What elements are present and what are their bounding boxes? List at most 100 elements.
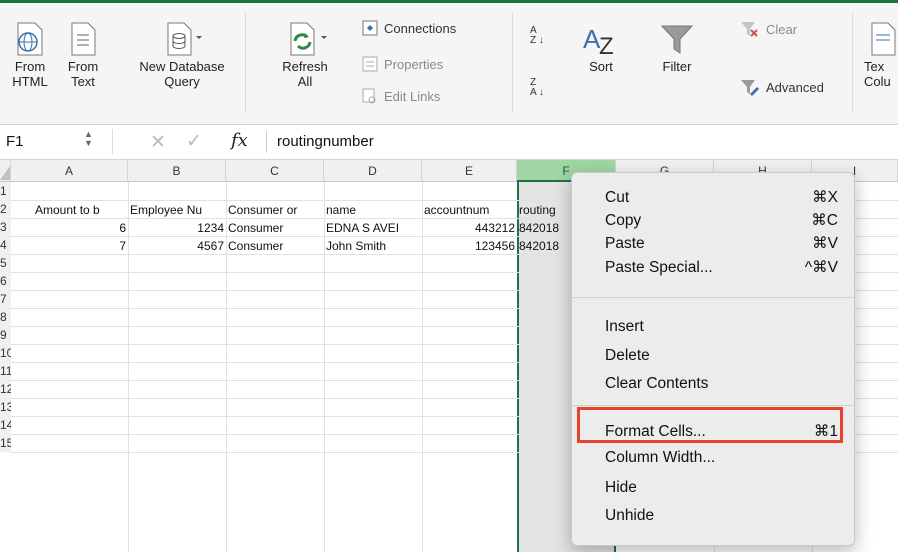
cell-d2[interactable]: EDNA S AVEI: [324, 219, 422, 237]
sort-a-z-icon: AZ ↓: [530, 25, 544, 46]
connections-button[interactable]: Connections: [362, 20, 456, 36]
format-cells-highlight-box: [577, 407, 843, 443]
sort-z-a-icon: ZA ↓: [530, 77, 544, 98]
database-doc-icon: [167, 22, 202, 56]
sort-label: Sort: [589, 59, 613, 74]
menu-item-clear-contents[interactable]: Clear Contents: [605, 373, 838, 395]
row-header[interactable]: 5: [0, 254, 11, 272]
cell-e3[interactable]: 123456: [422, 237, 517, 255]
menu-item-copy[interactable]: Copy ⌘C: [605, 210, 838, 232]
filter-button[interactable]: Filter: [654, 22, 700, 74]
cell-c2[interactable]: Consumer: [226, 219, 324, 237]
menu-item-unhide[interactable]: Unhide: [605, 505, 838, 527]
menu-item-delete-label: Delete: [605, 347, 650, 364]
select-all-corner[interactable]: [0, 160, 11, 182]
properties-button[interactable]: Properties: [362, 56, 443, 72]
row-header[interactable]: 9: [0, 326, 11, 344]
edit-links-icon: [362, 88, 376, 104]
row-header[interactable]: 7: [0, 290, 11, 308]
menu-item-delete[interactable]: Delete: [605, 345, 838, 367]
cell-c1[interactable]: Consumer or: [226, 201, 324, 219]
new-database-label-2: Query: [164, 74, 200, 89]
menu-item-hide-label: Hide: [605, 479, 637, 496]
cell-f2[interactable]: 842018: [517, 219, 572, 237]
cell-a3[interactable]: 7: [11, 237, 128, 255]
clear-filter-button[interactable]: Clear: [740, 20, 797, 38]
cell-f3[interactable]: 842018: [517, 237, 572, 255]
row-header[interactable]: 4: [0, 236, 11, 254]
menu-item-paste-special-shortcut: ^⌘V: [804, 259, 838, 276]
row-header[interactable]: 6: [0, 272, 11, 290]
menu-item-insert[interactable]: Insert: [605, 316, 838, 338]
menu-item-column-width[interactable]: Column Width...: [605, 447, 838, 469]
cell-b3[interactable]: 4567: [128, 237, 226, 255]
cell-a1[interactable]: Amount to b: [33, 201, 128, 219]
enter-check-icon[interactable]: ✓: [186, 130, 202, 153]
row-header[interactable]: 13: [0, 398, 11, 416]
row-header[interactable]: 2: [0, 200, 11, 218]
new-database-query-button[interactable]: New Database Query: [132, 22, 232, 89]
row-header[interactable]: 15: [0, 434, 11, 452]
name-box-stepper-icon[interactable]: ▲ ▼: [84, 130, 93, 148]
menu-item-paste-shortcut: ⌘V: [812, 235, 838, 252]
ribbon-divider: [245, 12, 246, 112]
menu-separator: [572, 297, 854, 298]
from-text-label-1: From: [67, 59, 99, 74]
menu-item-insert-label: Insert: [605, 318, 644, 335]
text-to-columns-button[interactable]: Tex Colu: [864, 22, 898, 89]
formula-bar-divider: [112, 129, 113, 155]
clear-label: Clear: [766, 21, 798, 37]
row-header[interactable]: 8: [0, 308, 11, 326]
cell-f1[interactable]: routing: [517, 201, 572, 219]
row-header[interactable]: 10: [0, 344, 11, 362]
menu-item-paste-special[interactable]: Paste Special... ^⌘V: [605, 257, 838, 279]
filter-label: Filter: [662, 59, 692, 74]
row-header[interactable]: 14: [0, 416, 11, 434]
row-header[interactable]: 11: [0, 362, 11, 380]
cell-e1[interactable]: accountnum: [422, 201, 517, 219]
column-header-b[interactable]: B: [128, 160, 226, 182]
column-header-e[interactable]: E: [422, 160, 517, 182]
row-header[interactable]: 12: [0, 380, 11, 398]
cancel-icon[interactable]: ✕: [150, 131, 166, 154]
row-header[interactable]: 3: [0, 218, 11, 236]
cell-b1[interactable]: Employee Nu: [128, 201, 226, 219]
formula-input[interactable]: routingnumber: [277, 133, 374, 150]
from-html-label-1: From: [14, 59, 46, 74]
svg-text:Z: Z: [599, 33, 614, 56]
sort-a-z-button[interactable]: AZ ↓: [530, 26, 544, 46]
from-text-button[interactable]: From Text: [60, 22, 106, 89]
menu-item-copy-label: Copy: [605, 212, 642, 229]
cell-b2[interactable]: 1234: [128, 219, 226, 237]
sort-button[interactable]: A Z Sort: [578, 22, 624, 74]
cell-d1[interactable]: name: [324, 201, 422, 219]
advanced-filter-button[interactable]: Advanced: [740, 78, 824, 96]
cell-a2[interactable]: 6: [11, 219, 128, 237]
edit-links-button[interactable]: Edit Links: [362, 88, 440, 104]
fx-icon[interactable]: fx: [231, 130, 248, 151]
menu-item-cut[interactable]: Cut ⌘X: [605, 187, 838, 209]
filter-funnel-icon: [660, 25, 694, 54]
formula-bar: F1 ▲ ▼ ✕ ✓ fx routingnumber: [0, 125, 898, 160]
refresh-all-button[interactable]: Refresh All: [266, 22, 344, 89]
from-html-button[interactable]: From HTML: [8, 22, 52, 89]
row-header[interactable]: 1: [0, 182, 11, 200]
menu-item-paste-special-label: Paste Special...: [605, 259, 713, 276]
column-header-d[interactable]: D: [324, 160, 422, 182]
column-header-c[interactable]: C: [226, 160, 324, 182]
text-columns-icon: [871, 22, 896, 56]
column-header-a[interactable]: A: [11, 160, 128, 182]
sort-z-a-button[interactable]: ZA ↓: [530, 78, 544, 98]
name-box[interactable]: F1: [6, 133, 24, 150]
properties-label: Properties: [384, 56, 444, 72]
refresh-doc-icon: [290, 22, 327, 56]
menu-item-paste[interactable]: Paste ⌘V: [605, 233, 838, 255]
advanced-label: Advanced: [766, 79, 824, 95]
refresh-label-1: Refresh: [282, 59, 328, 74]
cell-d3[interactable]: John Smith: [324, 237, 422, 255]
menu-item-hide[interactable]: Hide: [605, 477, 838, 499]
text-columns-label-1: Tex: [864, 59, 885, 74]
cell-e2[interactable]: 443212: [422, 219, 517, 237]
menu-item-cut-label: Cut: [605, 189, 630, 206]
cell-c3[interactable]: Consumer: [226, 237, 324, 255]
